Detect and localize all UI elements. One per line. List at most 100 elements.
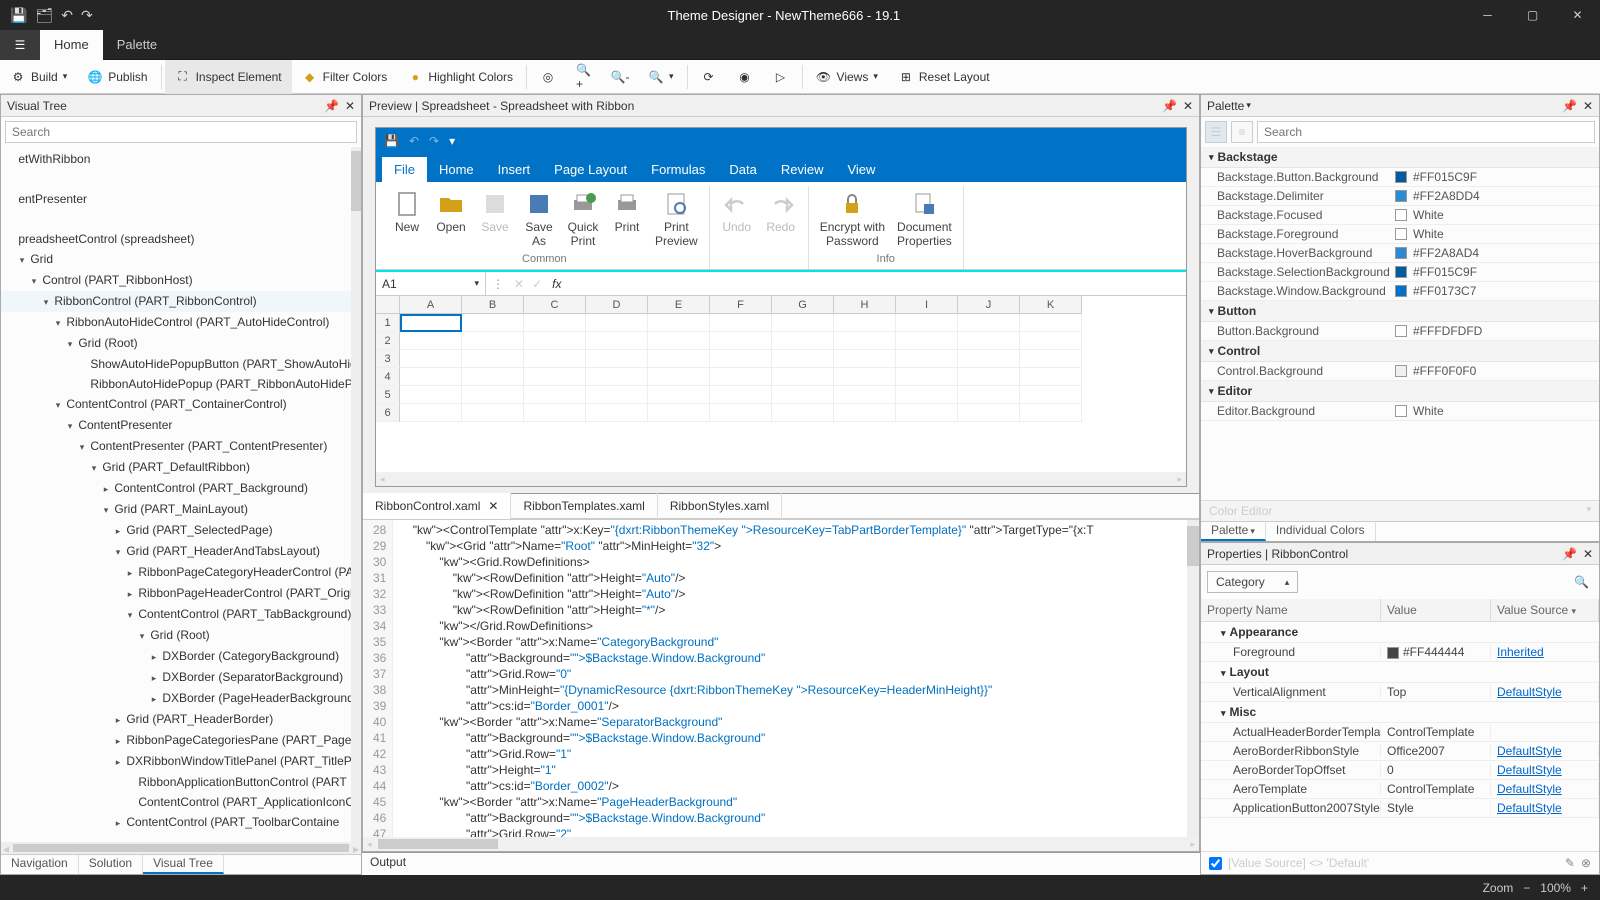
tree-item[interactable]: ▾ Grid <box>1 249 351 270</box>
filter-icon[interactable]: ▾ <box>1572 606 1577 616</box>
code-hscrollbar[interactable]: ◂▸ <box>363 837 1199 851</box>
tree-item[interactable]: ContentControl (PART_ApplicationIconC <box>1 792 351 812</box>
palette-row[interactable]: Control.Background#FFF0F0F0 <box>1201 362 1599 381</box>
pin-icon[interactable]: 📌 <box>1162 99 1177 113</box>
tree-item[interactable]: ▸ RibbonPageCategoryHeaderControl (PA <box>1 562 351 583</box>
property-row[interactable]: AeroBorderRibbonStyleOffice2007DefaultSt… <box>1201 742 1599 761</box>
property-group[interactable]: ▾Misc <box>1201 702 1599 723</box>
search-icon[interactable]: 🔍 <box>1564 575 1599 589</box>
property-group[interactable]: ▾Layout <box>1201 662 1599 683</box>
undo-icon[interactable]: ↶ <box>409 134 419 148</box>
palette-group[interactable]: ▾Editor <box>1201 381 1599 402</box>
hscrollbar[interactable]: ◂▸ <box>1 842 361 854</box>
category-dropdown[interactable]: Category▴ <box>1207 571 1298 593</box>
tree-item[interactable]: ▾ RibbonControl (PART_RibbonControl) <box>1 291 351 312</box>
tree-item[interactable]: ▾ ContentControl (PART_TabBackground) <box>1 604 351 625</box>
bullseye-button[interactable]: ◉ <box>727 60 763 94</box>
palette-row[interactable]: Backstage.SelectionBackground#FF015C9F <box>1201 263 1599 282</box>
views-button[interactable]: 👁Views▾ <box>806 60 888 94</box>
saveas-button[interactable]: Save As <box>518 186 560 250</box>
code-editor[interactable]: 2829303132333435363738394041424344454647… <box>363 519 1199 837</box>
close-icon[interactable]: ✕ <box>1183 99 1193 113</box>
save-icon[interactable]: 💾 <box>10 7 27 24</box>
redo-icon[interactable]: ↷ <box>429 134 439 148</box>
palette-list[interactable]: ▾BackstageBackstage.Button.Background#FF… <box>1201 147 1599 500</box>
property-row[interactable]: Foreground#FF444444Inherited <box>1201 643 1599 662</box>
edit-filter-icon[interactable]: ✎ <box>1565 856 1575 870</box>
zoom-in-button[interactable]: + <box>1581 881 1588 895</box>
tree-item[interactable]: ▾ ContentPresenter (PART_ContentPresente… <box>1 436 351 457</box>
ribbon-tab[interactable]: Home <box>427 157 486 182</box>
print-button[interactable]: Print <box>606 186 648 250</box>
tree-item[interactable]: etWithRibbon <box>1 149 351 169</box>
ribbon-tab[interactable]: Data <box>717 157 768 182</box>
palette-group[interactable]: ▾Button <box>1201 301 1599 322</box>
tab-solution[interactable]: Solution <box>79 855 143 874</box>
ribbon-tab[interactable]: File <box>382 157 427 182</box>
tree-item[interactable]: ▸ Grid (PART_SelectedPage) <box>1 520 351 541</box>
palette-row[interactable]: Backstage.Window.Background#FF0173C7 <box>1201 282 1599 301</box>
target-button[interactable]: ◎ <box>530 60 566 94</box>
close-icon[interactable]: ✕ <box>1583 99 1593 113</box>
tab-visualtree[interactable]: Visual Tree <box>143 855 224 874</box>
tree-item[interactable]: ▾ Grid (Root) <box>1 625 351 646</box>
property-row[interactable]: ActualHeaderBorderTemplateControlTemplat… <box>1201 723 1599 742</box>
palette-row[interactable]: Backstage.Delimiter#FF2A8DD4 <box>1201 187 1599 206</box>
printpreview-button[interactable]: Print Preview <box>650 186 703 250</box>
confirm-icon[interactable]: ✓ <box>528 277 546 291</box>
visual-tree[interactable]: etWithRibbon entPresenter preadsheetCont… <box>1 147 351 842</box>
tree-mode-button[interactable]: ≡ <box>1231 121 1253 143</box>
pin-icon[interactable]: 📌 <box>324 99 339 113</box>
palette-row[interactable]: Backstage.HoverBackground#FF2A8AD4 <box>1201 244 1599 263</box>
cell-reference[interactable]: A1▾ <box>376 272 486 295</box>
property-row[interactable]: AeroBorderTopOffset0DefaultStyle <box>1201 761 1599 780</box>
clear-filter-icon[interactable]: ⊗ <box>1581 856 1591 870</box>
filter-icon[interactable]: ▾ <box>1246 100 1251 111</box>
tree-item[interactable]: preadsheetControl (spreadsheet) <box>1 229 351 249</box>
redo-button[interactable]: Redo <box>760 186 802 236</box>
tree-item[interactable]: ▾ RibbonAutoHideControl (PART_AutoHideCo… <box>1 312 351 333</box>
ribbon-tab[interactable]: Page Layout <box>542 157 639 182</box>
hscrollbar[interactable]: ◂▸ <box>376 472 1186 486</box>
output-panel-header[interactable]: Output <box>362 852 1200 875</box>
tree-item[interactable]: ▸ DXBorder (SeparatorBackground) <box>1 667 351 688</box>
list-mode-button[interactable]: ☰ <box>1205 121 1227 143</box>
build-button[interactable]: ⚙Build▾ <box>0 60 77 94</box>
palette-row[interactable]: Backstage.Button.Background#FF015C9F <box>1201 168 1599 187</box>
cancel-icon[interactable]: ✕ <box>510 277 528 291</box>
tree-item[interactable]: ShowAutoHidePopupButton (PART_ShowAutoHi… <box>1 354 351 374</box>
tree-item[interactable]: ▾ Control (PART_RibbonHost) <box>1 270 351 291</box>
tab-navigation[interactable]: Navigation <box>1 855 79 874</box>
tree-item[interactable] <box>1 209 351 229</box>
zoomin-button[interactable]: 🔍+ <box>566 60 602 94</box>
highlight-colors-button[interactable]: ●Highlight Colors <box>397 60 523 94</box>
close-icon[interactable]: ✕ <box>1583 547 1593 561</box>
save-button[interactable]: Save <box>474 186 516 250</box>
code-tab-0[interactable]: RibbonControl.xaml✕ <box>363 493 511 519</box>
zoom-dropdown[interactable]: 🔍▾ <box>638 60 684 94</box>
quickprint-button[interactable]: Quick Print <box>562 186 604 250</box>
tree-item[interactable]: RibbonApplicationButtonControl (PART <box>1 772 351 792</box>
ribbon-tab[interactable]: View <box>835 157 887 182</box>
palette-row[interactable]: Backstage.ForegroundWhite <box>1201 225 1599 244</box>
redo-icon[interactable]: ↷ <box>81 7 93 24</box>
property-row[interactable]: VerticalAlignmentTopDefaultStyle <box>1201 683 1599 702</box>
tree-item[interactable]: ▸ Grid (PART_HeaderBorder) <box>1 709 351 730</box>
undo-button[interactable]: Undo <box>716 186 758 236</box>
palette-row[interactable]: Backstage.FocusedWhite <box>1201 206 1599 225</box>
palette-group[interactable]: ▾Control <box>1201 341 1599 362</box>
property-row[interactable]: AeroTemplateControlTemplateDefaultStyle <box>1201 780 1599 799</box>
filter-colors-button[interactable]: ◆Filter Colors <box>292 60 398 94</box>
fx-icon[interactable]: fx <box>546 277 567 291</box>
code-tab-2[interactable]: RibbonStyles.xaml <box>658 493 782 519</box>
tree-item[interactable]: ▾ Grid (PART_DefaultRibbon) <box>1 457 351 478</box>
property-row[interactable]: ApplicationButton2007StyleStyleDefaultSt… <box>1201 799 1599 818</box>
vscrollbar[interactable] <box>351 147 361 842</box>
new-button[interactable]: New <box>386 186 428 250</box>
reset-layout-button[interactable]: ⊞Reset Layout <box>888 60 1000 94</box>
tree-item[interactable]: ▾ ContentPresenter <box>1 415 351 436</box>
filter-checkbox[interactable] <box>1209 857 1222 870</box>
publish-button[interactable]: 🌐Publish <box>77 60 157 94</box>
pin-icon[interactable]: 📌 <box>1562 99 1577 113</box>
hamburger-button[interactable]: ☰ <box>0 30 40 60</box>
